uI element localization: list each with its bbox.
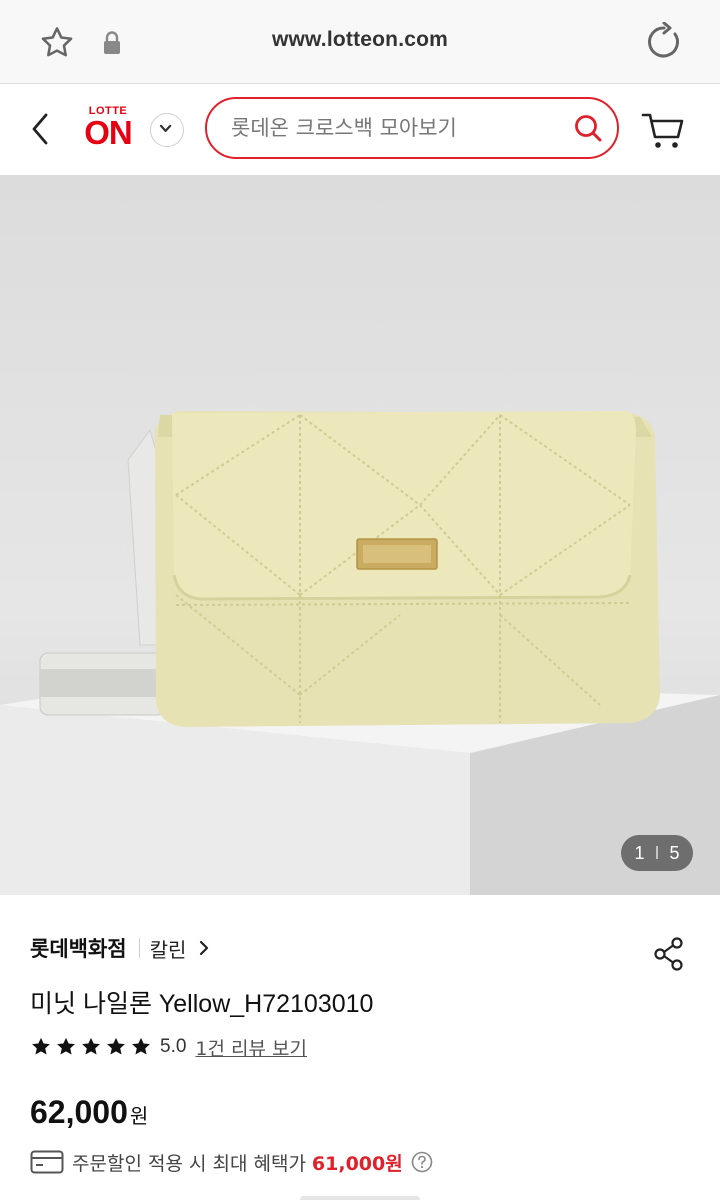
image-counter-total: 5: [669, 842, 680, 863]
chevron-down-icon: [159, 124, 172, 132]
browser-toolbar: www.lotteon.com: [0, 0, 720, 84]
benefit-price: 61,000원: [311, 1152, 403, 1175]
store-name[interactable]: 롯데백화점: [30, 933, 127, 963]
logo-main-text: ON: [84, 114, 133, 151]
product-title: 미닛 나일론 Yellow_H72103010: [30, 990, 374, 1018]
star-filled-icon: [57, 1037, 75, 1055]
lotte-on-logo[interactable]: LOTTE ON: [78, 105, 138, 155]
price-unit: 원: [129, 1104, 149, 1128]
image-counter-separator: I: [654, 842, 660, 863]
benefit-row: 주문할인 적용 시 최대 혜택가 61,000원: [30, 1146, 433, 1178]
divider: [138, 938, 140, 958]
help-icon[interactable]: [411, 1151, 433, 1173]
search-box[interactable]: [205, 97, 619, 159]
product-image[interactable]: 1 I 5: [0, 175, 720, 895]
bottom-sheet-handle[interactable]: [300, 1196, 420, 1200]
reload-icon[interactable]: [644, 22, 684, 62]
product-photo-bag: [0, 411, 720, 895]
brand-breadcrumb: 롯데백화점 칼린: [30, 931, 210, 965]
product-price: 62,000: [30, 1094, 128, 1130]
brand-link[interactable]: 칼린: [150, 934, 187, 963]
back-icon[interactable]: [26, 111, 56, 147]
menu-dropdown-button[interactable]: [150, 113, 184, 147]
url-bar[interactable]: www.lotteon.com: [0, 28, 720, 52]
cart-icon[interactable]: [640, 111, 686, 151]
credit-card-icon: [30, 1150, 64, 1174]
search-icon[interactable]: [573, 113, 603, 143]
rating-value: 5.0: [160, 1036, 187, 1057]
image-counter-current: 1: [634, 842, 645, 863]
search-input[interactable]: [231, 99, 561, 157]
rating-stars: [30, 1036, 152, 1058]
star-filled-icon: [32, 1037, 50, 1055]
star-filled-icon: [107, 1037, 125, 1055]
benefit-text: 주문할인 적용 시 최대 혜택가: [72, 1152, 306, 1175]
star-filled-icon: [132, 1037, 150, 1055]
rating-row: 5.0 1건 리뷰 보기: [30, 1032, 307, 1062]
image-counter: 1 I 5: [621, 835, 693, 871]
site-header: LOTTE ON: [0, 85, 720, 175]
review-link[interactable]: 1건 리뷰 보기: [195, 1034, 307, 1061]
star-filled-icon: [82, 1037, 100, 1055]
price-row: 62,000 원: [30, 1094, 148, 1131]
chevron-right-icon[interactable]: [198, 939, 210, 957]
share-icon[interactable]: [652, 936, 686, 972]
